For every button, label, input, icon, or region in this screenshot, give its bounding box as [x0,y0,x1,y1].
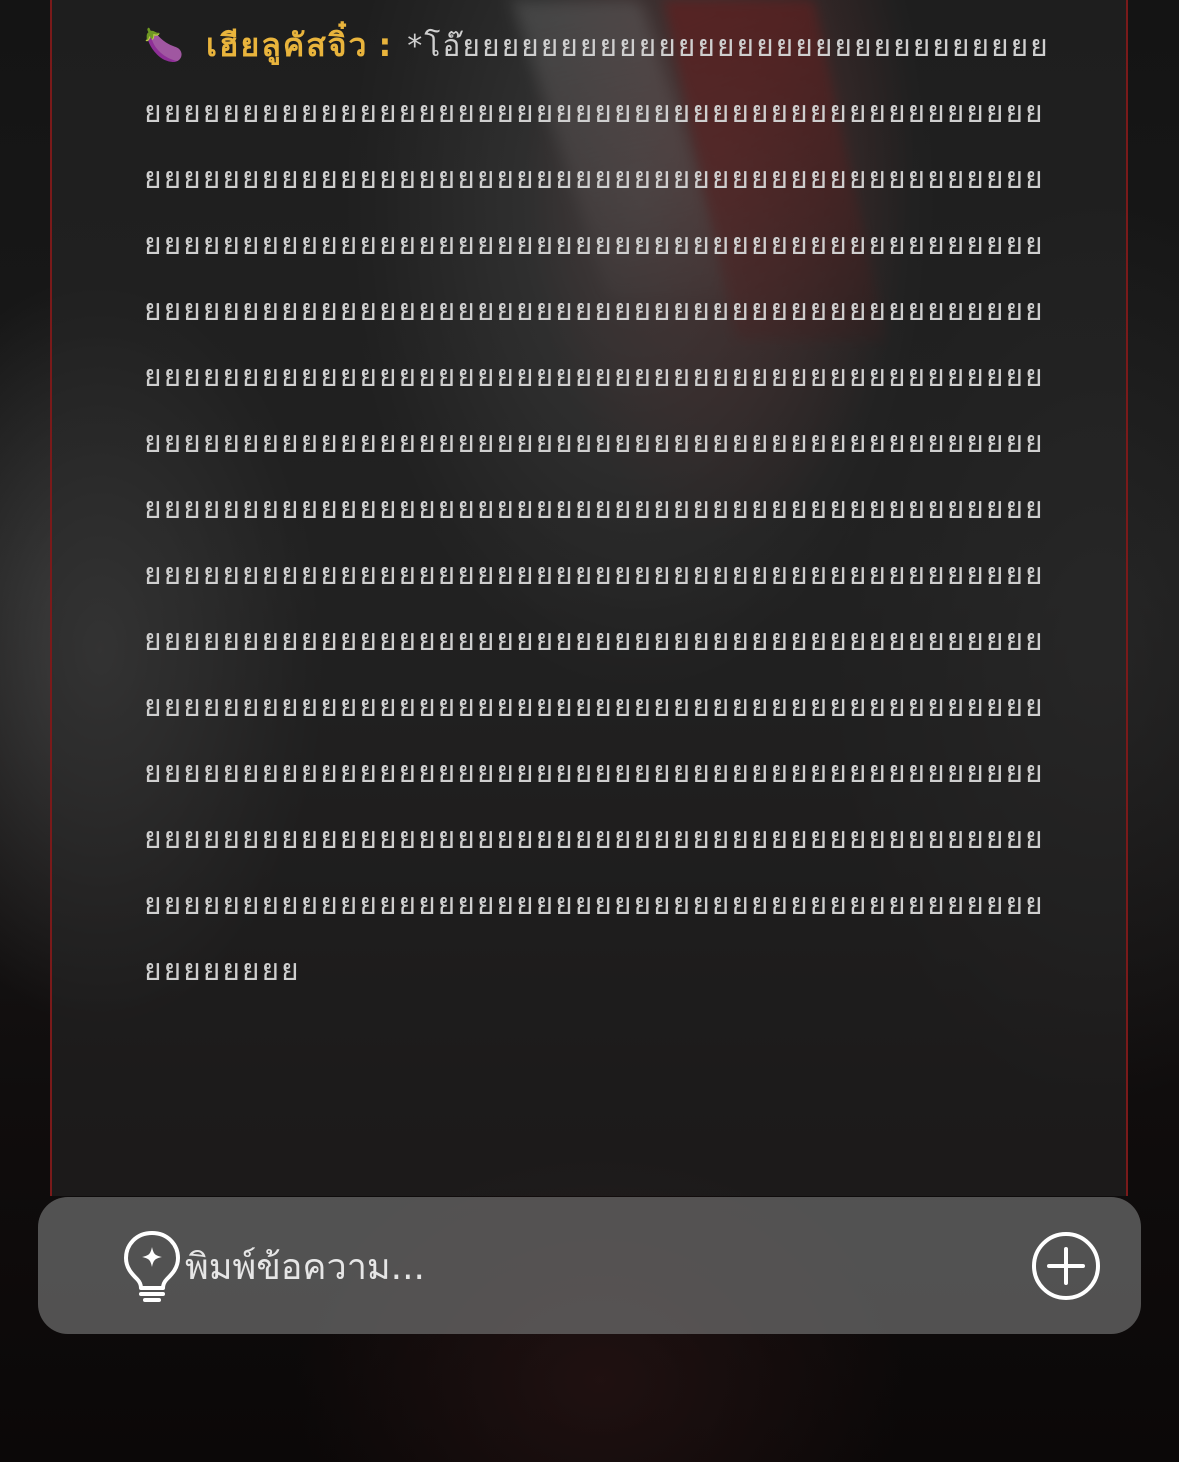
message-input-bar [38,1197,1141,1334]
message-text: *โอ๊ยยยยยยยยยยยยยยยยยยยยยยยยยยยยยยยยยยยย… [144,29,1050,988]
lightbulb-sparkle-icon[interactable] [116,1227,188,1305]
message-sender-name: เฮียลูคัสจิ๋ว [206,26,369,64]
eggplant-icon: 🍆 [144,26,186,64]
lightbulb-sparkle-icon-svg [124,1231,180,1302]
message-input[interactable] [183,1223,1017,1311]
plus-circle-icon[interactable] [1031,1231,1101,1301]
plus-circle-icon-svg [1032,1232,1100,1300]
sender-separator: : [378,26,394,64]
chat-message-panel[interactable]: 🍆 เฮียลูคัสจิ๋ว: *โอ๊ยยยยยยยยยยยยยยยยยยยยย… [50,0,1128,1196]
chat-message: 🍆 เฮียลูคัสจิ๋ว: *โอ๊ยยยยยยยยยยยยยยยยยยยยย… [144,12,1054,1004]
